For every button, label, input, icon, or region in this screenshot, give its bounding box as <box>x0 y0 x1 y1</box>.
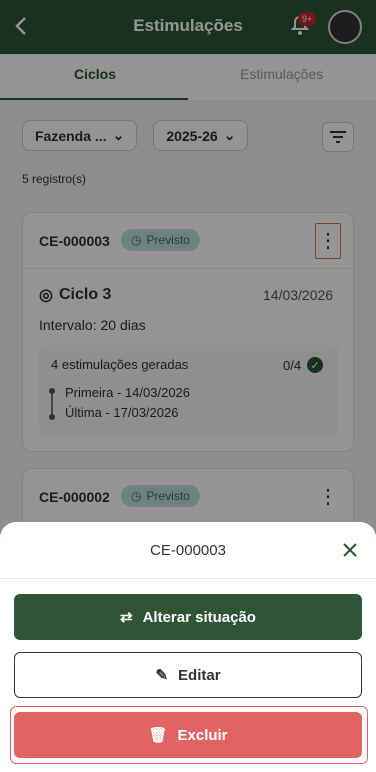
change-status-label: Alterar situação <box>142 608 256 626</box>
trash-icon: 🗑 <box>148 727 168 744</box>
swap-icon: ⇄ <box>120 609 133 626</box>
close-icon[interactable] <box>340 540 360 560</box>
delete-button[interactable]: 🗑 Excluir <box>14 712 362 758</box>
change-status-button[interactable]: ⇄ Alterar situação <box>14 594 362 640</box>
edit-icon: ✎ <box>155 667 169 684</box>
edit-label: Editar <box>178 666 221 684</box>
edit-button[interactable]: ✎ Editar <box>14 652 362 698</box>
sheet-title: CE-000003 <box>150 542 226 559</box>
bottom-sheet: CE-000003 ⇄ Alterar situação ✎ Editar 🗑 … <box>0 522 376 772</box>
sheet-divider <box>0 578 376 579</box>
delete-label: Excluir <box>177 726 228 744</box>
